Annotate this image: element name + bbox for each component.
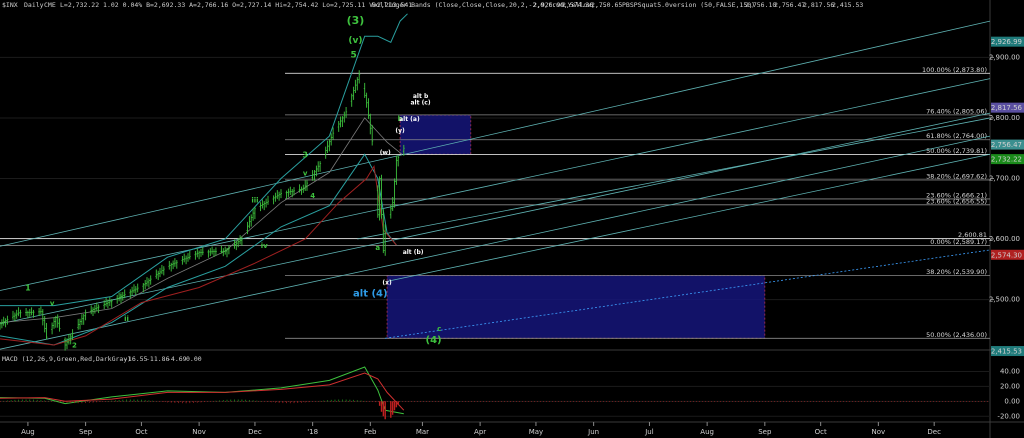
wave-label: iii [251,197,258,205]
wave-label: i [120,292,122,300]
red-indicator-line [0,164,397,346]
date-tick-label: Jun [587,428,599,436]
date-tick-label: May [529,428,543,436]
price-tag-label: 2,574.30 [991,251,1022,259]
date-tick-label: Jul [644,428,654,436]
wave-label: 5 [350,50,356,60]
wave-label: (4) [426,335,442,346]
wave-label: (v) [348,36,362,46]
wave-label: alt (a) [399,116,420,123]
wave-label: alt (4) [353,289,388,300]
wave-label: v [303,169,308,177]
price-tag-label: 2,756.47 [991,141,1022,149]
wave-label: iv [261,242,268,250]
fib-label: 100.00% (2,873.80) [922,66,987,74]
header-bollinger-value-2: 2,574.30 [562,1,593,9]
header-symbol: $INX [2,1,18,9]
date-tick-label: Sep [758,428,772,436]
wave-label: alt (b) [403,249,424,256]
wave-label: ii [124,315,129,323]
date-tick-label: Aug [700,428,714,436]
fib-label: 0.00% (2,589.17) [930,238,987,246]
box-layer [386,114,766,339]
macd-label: MACD (12,26,9,Green,Red,DarkGray) [2,355,131,363]
wave-label: 4 [310,192,315,200]
date-tick-label: Aug [21,428,35,436]
header-squeeze-value-3: 2,817.56 [803,1,834,9]
macd-tick-label: -20.00 [997,412,1020,420]
wave-label: c [437,325,441,333]
macd-panel: MACD (12,26,9,Green,Red,DarkGray) -16.55… [0,355,1020,420]
fib-label: 38.20% (2,539.90) [926,268,987,276]
header-bollinger-value-3: 2,750.65 [591,1,622,9]
wave-label: (y) [395,127,405,134]
macd-tick-label: 40.00 [1000,367,1020,375]
macd-value-4: 0.00 [186,355,202,363]
macd-tick-label: 0.00 [1004,397,1020,405]
fib-label: 50.00% (2,436.00) [926,331,987,339]
date-tick-label: Apr [474,428,486,436]
wave-label: alt (c) [411,100,431,107]
header-bollinger-value-1: 2,926.99 [533,1,564,9]
date-tick-label: Sep [79,428,93,436]
fib-label: 76.40% (2,805.06) [926,107,987,115]
price-axis: 2,900.002,800.002,700.002,600.002,500.00… [989,36,1024,357]
wave-label: 1 [25,283,31,292]
header-squeeze-value-2: 2,756.47 [774,1,805,9]
header-squeeze-value-1: 2,756.10 [745,1,776,9]
wave-label: (3) [347,14,365,27]
wave-label: v [50,300,55,308]
macd-line [0,366,404,415]
wave-label: a [375,244,380,252]
price-tag-label: 2,926.99 [991,38,1022,46]
price-tag-label: 2,732.22 [991,156,1022,164]
bollinger-lower-line [0,153,397,346]
grid-layer [0,56,990,301]
fib-label: 23.60% (2,656.55) [926,197,987,205]
header-squeeze-label: PBSPSquat5.0version (50,FALSE,150) [622,1,755,9]
wave-label: 3 [302,150,308,159]
date-tick-label: '18 [307,428,318,436]
header-exchange: CME [44,1,56,9]
price-tag-label: 2,817.56 [991,104,1023,112]
header-interval: Daily [24,1,44,9]
date-tick-label: Mar [416,428,429,436]
date-tick-label: Dec [927,428,941,436]
price-chart[interactable]: $INX Daily CME L=2,732.22 1.02 0.04% B=2… [0,0,1024,438]
wave-label: (x) [382,279,392,286]
series-layer [0,13,408,351]
wave-label: (w) [380,149,391,156]
price-tag-label: 2,415.53 [991,348,1022,356]
squeeze-line [0,117,403,323]
date-tick-label: Nov [872,428,886,436]
macd-tick-label: 20.00 [1000,382,1020,390]
channel-line [386,153,991,282]
header-quote: L=2,732.22 1.02 0.04% B=2,692.33 A=2,766… [60,1,412,9]
target-box-2 [386,275,766,339]
date-axis: Aug Sep Oct Nov Dec '18 Feb Mar Apr May Jun Jul Aug S… [21,422,941,436]
date-tick-label: Feb [364,428,377,436]
macd-value-1: -16.55 [124,355,148,363]
header-squeeze-value-4: 2,415.53 [832,1,863,9]
date-tick-label: Oct [815,428,827,436]
fib-label: 38.20% (2,697.62) [926,172,987,180]
date-tick-label: Oct [135,428,147,436]
date-tick-label: Nov [192,428,206,436]
macd-value-3: -4.69 [167,355,187,363]
wave-label: 2 [72,341,77,349]
date-tick-label: Dec [248,428,262,436]
